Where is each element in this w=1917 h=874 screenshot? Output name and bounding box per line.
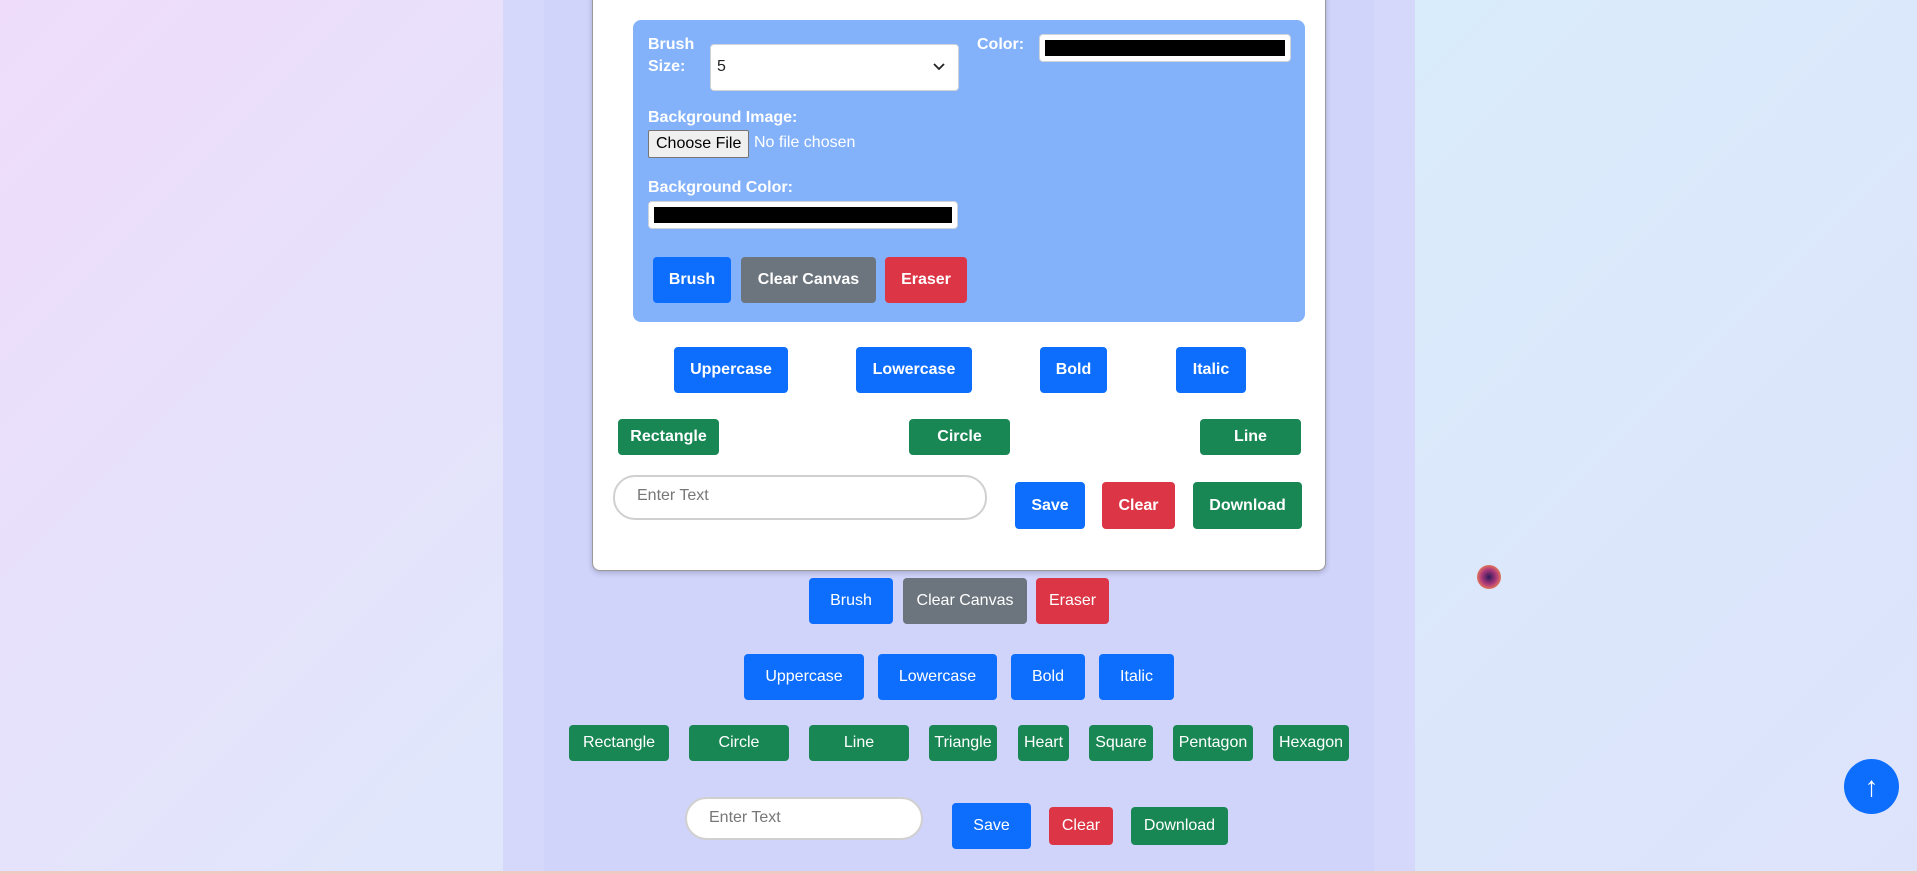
circle-button[interactable]: Circle <box>909 419 1010 455</box>
background-color-label: Background Color: <box>648 179 793 196</box>
lower-hexagon-button[interactable]: Hexagon <box>1273 725 1349 761</box>
line-button[interactable]: Line <box>1200 419 1301 455</box>
lower-heart-button[interactable]: Heart <box>1018 725 1069 761</box>
lower-square-button[interactable]: Square <box>1089 725 1153 761</box>
lower-brush-button[interactable]: Brush <box>809 578 893 624</box>
download-button[interactable]: Download <box>1193 482 1302 529</box>
drawing-card: Brush Size: 5 Color: Background Image: C… <box>592 0 1326 571</box>
brush-size-value: 5 <box>717 58 726 75</box>
controls-panel: Brush Size: 5 Color: Background Image: C… <box>633 20 1305 322</box>
brush-color-swatch <box>1045 40 1285 56</box>
rectangle-button[interactable]: Rectangle <box>618 419 719 455</box>
page-background-right <box>1413 0 1917 874</box>
lowercase-button[interactable]: Lowercase <box>856 347 972 393</box>
eraser-button[interactable]: Eraser <box>885 257 967 303</box>
lower-text-input[interactable]: Enter Text <box>685 797 923 840</box>
bold-button[interactable]: Bold <box>1040 347 1107 393</box>
lower-line-button[interactable]: Line <box>809 725 909 761</box>
lower-save-button[interactable]: Save <box>952 803 1031 849</box>
scroll-to-top-button[interactable]: ↑ <box>1844 759 1899 814</box>
chevron-down-icon <box>933 63 945 71</box>
clear-button[interactable]: Clear <box>1102 482 1175 529</box>
text-input[interactable]: Enter Text <box>613 475 987 520</box>
text-input-placeholder: Enter Text <box>637 487 709 504</box>
lower-download-button[interactable]: Download <box>1131 807 1228 845</box>
save-button[interactable]: Save <box>1015 482 1085 529</box>
lower-italic-button[interactable]: Italic <box>1099 654 1174 700</box>
arrow-up-icon: ↑ <box>1864 770 1879 802</box>
lower-eraser-button[interactable]: Eraser <box>1036 578 1109 624</box>
background-color-picker[interactable] <box>648 201 958 229</box>
lower-bold-button[interactable]: Bold <box>1011 654 1085 700</box>
lower-text-input-placeholder: Enter Text <box>709 809 781 826</box>
lower-circle-button[interactable]: Circle <box>689 725 789 761</box>
choose-file-button[interactable]: Choose File <box>648 130 750 158</box>
lower-clear-canvas-button[interactable]: Clear Canvas <box>903 578 1027 624</box>
italic-button[interactable]: Italic <box>1176 347 1246 393</box>
brush-color-picker[interactable] <box>1039 34 1291 62</box>
brush-size-select[interactable]: 5 <box>710 44 959 91</box>
lower-uppercase-button[interactable]: Uppercase <box>744 654 864 700</box>
color-label: Color: <box>977 36 1025 53</box>
brush-size-label: Brush Size: <box>648 36 695 75</box>
brush-button[interactable]: Brush <box>653 257 731 303</box>
cursor-dot <box>1477 565 1501 589</box>
lower-lowercase-button[interactable]: Lowercase <box>878 654 997 700</box>
lower-clear-button[interactable]: Clear <box>1049 807 1113 845</box>
lower-rectangle-button[interactable]: Rectangle <box>569 725 669 761</box>
lower-triangle-button[interactable]: Triangle <box>929 725 997 761</box>
clear-canvas-button[interactable]: Clear Canvas <box>741 257 876 303</box>
background-image-label: Background Image: <box>648 109 798 126</box>
background-color-swatch <box>654 207 952 223</box>
lower-pentagon-button[interactable]: Pentagon <box>1173 725 1253 761</box>
uppercase-button[interactable]: Uppercase <box>674 347 788 393</box>
file-status-text: No file chosen <box>754 134 856 151</box>
